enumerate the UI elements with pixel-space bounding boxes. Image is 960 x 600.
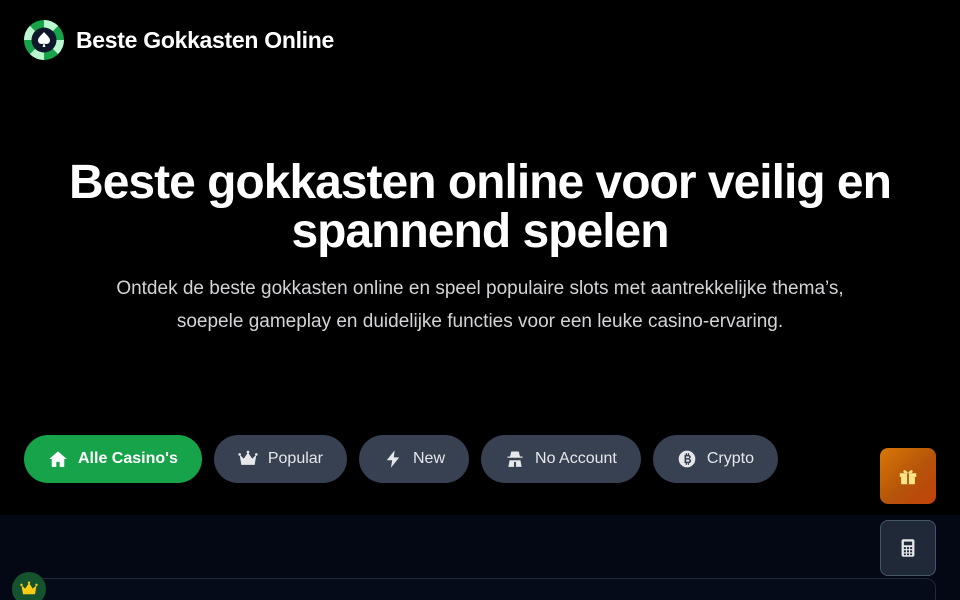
calculator-icon	[901, 539, 915, 557]
lightning-icon	[386, 450, 400, 468]
filter-crypto[interactable]: Crypto	[652, 435, 778, 483]
bonus-gift-button[interactable]	[880, 448, 936, 504]
filter-label: Popular	[267, 450, 323, 467]
site-title[interactable]: Beste Gokkasten Online	[76, 27, 334, 54]
gift-icon	[899, 470, 917, 485]
casino-card[interactable]	[24, 578, 936, 600]
home-icon	[49, 451, 67, 467]
hero-title: Beste gokkasten online voor veilig en sp…	[69, 156, 892, 258]
site-header: Beste Gokkasten Online	[24, 20, 334, 60]
top-rank-badge	[12, 572, 46, 600]
casino-filter-tabs: Alle Casino's Popular New No Account Cry…	[24, 435, 778, 483]
bitcoin-icon	[678, 450, 696, 468]
filter-label: Crypto	[706, 450, 754, 467]
filter-all-casinos[interactable]: Alle Casino's	[24, 435, 202, 483]
crown-icon	[20, 581, 38, 595]
filter-label: Alle Casino's	[78, 450, 178, 467]
calculator-button[interactable]	[880, 520, 936, 576]
filter-new[interactable]: New	[359, 435, 470, 483]
hero-section: Beste gokkasten online voor veilig en sp…	[0, 158, 960, 338]
hero-description: Ontdek de beste gokkasten online en spee…	[116, 278, 844, 332]
crown-icon	[238, 450, 258, 465]
incognito-icon	[507, 451, 523, 467]
filter-label: New	[413, 450, 446, 467]
filter-label: No Account	[535, 450, 617, 467]
filter-popular[interactable]: Popular	[213, 435, 347, 483]
spade-chip-logo-icon[interactable]	[24, 20, 64, 60]
filter-no-account[interactable]: No Account	[481, 435, 641, 483]
